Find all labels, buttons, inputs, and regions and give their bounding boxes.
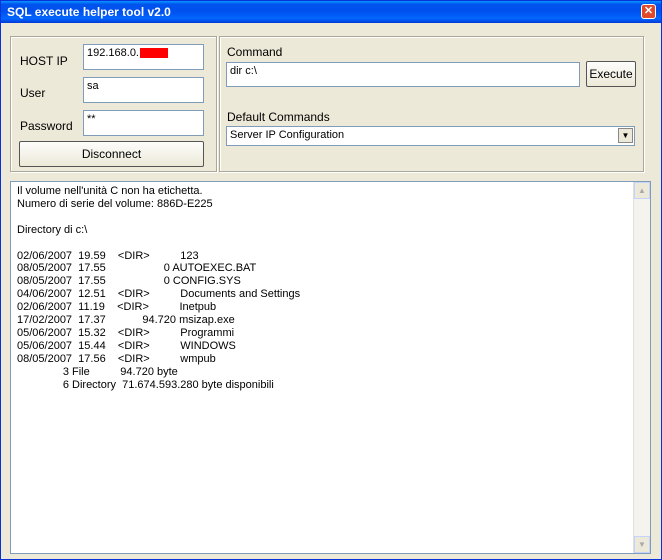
scroll-down-arrow-icon[interactable]: ▼ xyxy=(634,536,650,553)
close-button[interactable]: ✕ xyxy=(641,4,656,19)
password-label: Password xyxy=(20,119,73,133)
output-text: Il volume nell'unità C non ha etichetta.… xyxy=(17,185,301,391)
disconnect-button[interactable]: Disconnect xyxy=(19,141,204,167)
command-input[interactable]: dir c:\ xyxy=(226,62,580,87)
host-ip-label: HOST IP xyxy=(20,54,68,68)
default-commands-value: Server IP Configuration xyxy=(230,129,345,141)
host-ip-field[interactable]: 192.168.0. xyxy=(83,44,204,70)
client-area: HOST IP 192.168.0. User sa Password ** D… xyxy=(4,26,658,557)
window-title: SQL execute helper tool v2.0 xyxy=(7,5,171,19)
scroll-up-arrow-icon[interactable]: ▲ xyxy=(634,182,650,199)
execute-button[interactable]: Execute xyxy=(586,61,636,87)
dropdown-arrow-icon[interactable]: ▼ xyxy=(618,128,633,143)
default-commands-label: Default Commands xyxy=(227,110,330,124)
app-window: SQL execute helper tool v2.0 ✕ HOST IP 1… xyxy=(0,0,662,560)
redaction-mark xyxy=(140,48,168,59)
default-commands-select[interactable]: Server IP Configuration ▼ xyxy=(226,126,635,146)
user-label: User xyxy=(20,86,46,100)
title-bar[interactable]: SQL execute helper tool v2.0 ✕ xyxy=(1,1,661,23)
command-group xyxy=(219,36,644,172)
user-field[interactable]: sa xyxy=(83,77,204,103)
vertical-scrollbar[interactable]: ▲ ▼ xyxy=(633,182,650,553)
command-label: Command xyxy=(227,45,283,59)
password-field[interactable]: ** xyxy=(83,110,204,136)
output-textarea[interactable]: Il volume nell'unità C non ha etichetta.… xyxy=(10,181,651,554)
host-ip-value: 192.168.0. xyxy=(87,47,139,59)
